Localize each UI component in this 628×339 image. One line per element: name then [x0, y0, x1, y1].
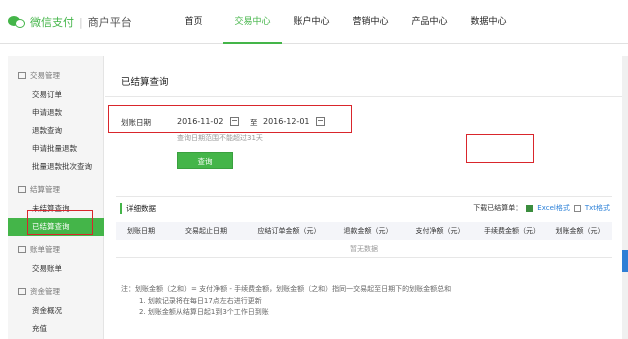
note-line: 1. 划款记录将在每日17点左右进行更新	[139, 296, 262, 305]
column-header: 划账金额（元）	[555, 227, 605, 235]
sidebar-item-batch-refund-query[interactable]: 批量退款批次查询	[8, 158, 104, 176]
top-header: 微信支付 | 商户平台 首页 交易中心 账户中心 营销中心 产品中心 数据中心	[0, 0, 628, 44]
wallet-icon	[18, 288, 26, 295]
sidebar-group-title: 账单管理	[8, 240, 104, 260]
sidebar-group-title: 结算管理	[8, 180, 104, 200]
brand-subtitle: 商户平台	[87, 16, 132, 29]
range-hint: 查询日期范围不能超过31天	[177, 134, 263, 142]
nav-data-center[interactable]: 数据中心	[459, 0, 518, 44]
table-header: 划账日期 交易起止日期 应结订单金额（元） 退款金额（元） 支付净额（元） 手续…	[116, 222, 612, 240]
sidebar-group-title: 资金管理	[8, 282, 104, 302]
nav-account-center[interactable]: 账户中心	[282, 0, 341, 44]
column-header: 手续费金额（元）	[484, 227, 540, 235]
column-header: 退款金额（元）	[343, 227, 393, 235]
sidebar-item-recharge[interactable]: 充值	[8, 320, 104, 338]
sidebar-group-transaction: 交易管理 交易订单 申请退款 退款查询 申请批量退款 批量退款批次查询	[8, 66, 104, 176]
sidebar: 交易管理 交易订单 申请退款 退款查询 申请批量退款 批量退款批次查询 结算管理…	[8, 56, 104, 339]
divider	[105, 96, 622, 97]
grid-icon	[18, 186, 26, 193]
detail-section: 详细数据 下载已结算单： Excel格式 Txt格式 划账日期 交易起止日期 应…	[116, 196, 612, 260]
highlight-box-sidebar	[27, 210, 93, 235]
top-nav: 首页 交易中心 账户中心 营销中心 产品中心 数据中心	[164, 0, 518, 44]
highlight-box-fee	[466, 134, 534, 163]
nav-product-center[interactable]: 产品中心	[400, 0, 459, 44]
empty-row: 暂无数据	[116, 240, 612, 258]
sidebar-item-orders[interactable]: 交易订单	[8, 86, 104, 104]
brand-name: 微信支付	[30, 16, 74, 29]
download-label: 下载已结算单：	[473, 204, 523, 212]
query-button[interactable]: 查询	[177, 152, 233, 169]
sidebar-item-apply-refund[interactable]: 申请退款	[8, 104, 104, 122]
download-bar: 下载已结算单： Excel格式 Txt格式	[473, 203, 610, 213]
column-header: 应结订单金额（元）	[257, 227, 321, 235]
sidebar-group-title: 交易管理	[8, 66, 104, 86]
note-line: 2. 划账金额从结算日起1到3个工作日到账	[139, 308, 269, 316]
detail-title: 详细数据	[120, 203, 156, 214]
sidebar-item-transaction-bill[interactable]: 交易账单	[8, 260, 104, 278]
page-title: 已结算查询	[121, 77, 169, 88]
brand-separator: |	[79, 15, 83, 29]
column-header: 交易起止日期	[185, 227, 227, 235]
column-header: 划账日期	[127, 227, 155, 235]
list-icon	[18, 72, 26, 79]
sidebar-group-funds: 资金管理 资金概况 充值	[8, 282, 104, 338]
sidebar-item-batch-refund[interactable]: 申请批量退款	[8, 140, 104, 158]
excel-icon[interactable]	[526, 204, 534, 212]
wechat-logo-icon	[8, 15, 26, 29]
bill-icon	[18, 246, 26, 253]
logo[interactable]: 微信支付 | 商户平台	[8, 14, 132, 30]
column-header: 支付净额（元）	[415, 227, 465, 235]
scrollbar-track[interactable]	[622, 56, 628, 339]
note-line: 注：划账金额（之和）= 支付净额 - 手续费金额，划账金额（之和）指同一交易起至…	[121, 285, 452, 293]
sidebar-item-fund-overview[interactable]: 资金概况	[8, 302, 104, 320]
nav-home[interactable]: 首页	[164, 0, 223, 44]
nav-marketing-center[interactable]: 营销中心	[341, 0, 400, 44]
sidebar-item-refund-query[interactable]: 退款查询	[8, 122, 104, 140]
nav-transaction-center[interactable]: 交易中心	[223, 0, 282, 44]
main-content: 已结算查询 划账日期 2016-11-02 至 2016-12-01 查询日期范…	[105, 56, 622, 339]
txt-icon[interactable]	[573, 204, 581, 212]
excel-download-link[interactable]: Excel格式	[537, 203, 570, 213]
txt-download-link[interactable]: Txt格式	[585, 203, 610, 213]
highlight-box-date	[108, 105, 352, 133]
notes: 注：划账金额（之和）= 支付净额 - 手续费金额，划账金额（之和）指同一交易起至…	[121, 284, 451, 319]
scrollbar-thumb[interactable]	[622, 250, 628, 272]
sidebar-group-bills: 账单管理 交易账单	[8, 240, 104, 278]
